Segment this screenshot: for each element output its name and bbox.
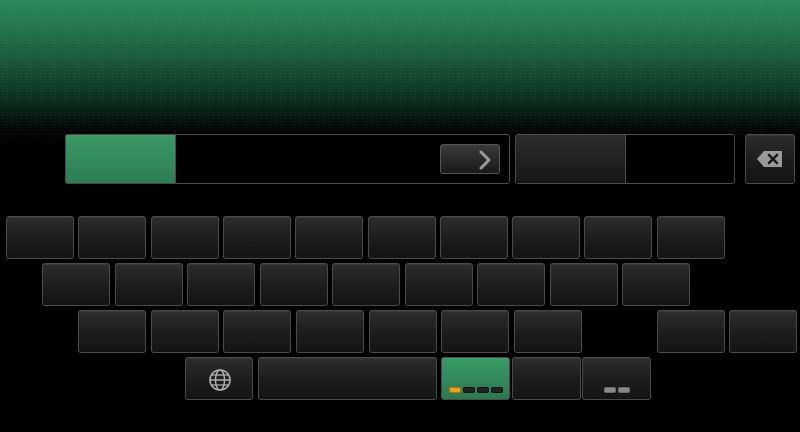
key[interactable] bbox=[115, 263, 183, 306]
key[interactable] bbox=[296, 310, 364, 353]
layout-indicator bbox=[442, 387, 509, 393]
key[interactable] bbox=[295, 216, 363, 259]
candidate-highlight[interactable] bbox=[66, 135, 176, 183]
candidate-bar bbox=[65, 134, 510, 184]
key[interactable] bbox=[657, 310, 725, 353]
next-candidates-button[interactable] bbox=[440, 144, 500, 174]
backspace-button[interactable] bbox=[745, 134, 795, 184]
indicator-dash bbox=[462, 387, 475, 393]
key[interactable] bbox=[368, 216, 436, 259]
secondary-candidate-key[interactable] bbox=[516, 135, 626, 183]
key[interactable] bbox=[405, 263, 473, 306]
key[interactable] bbox=[584, 216, 652, 259]
chevron-right-icon bbox=[479, 150, 491, 170]
secondary-candidate-bar bbox=[515, 134, 735, 184]
key[interactable] bbox=[441, 310, 509, 353]
indicator-dash bbox=[603, 387, 616, 393]
key[interactable] bbox=[42, 263, 110, 306]
key[interactable] bbox=[550, 263, 618, 306]
layout-switch-key-2[interactable] bbox=[582, 357, 651, 400]
layout-switch-key-active[interactable] bbox=[441, 357, 510, 400]
key[interactable] bbox=[260, 263, 328, 306]
space-bar[interactable] bbox=[258, 357, 437, 400]
key[interactable] bbox=[332, 263, 400, 306]
key[interactable] bbox=[223, 216, 291, 259]
indicator-dash-active bbox=[448, 387, 461, 393]
key[interactable] bbox=[514, 310, 582, 353]
globe-icon bbox=[209, 369, 231, 391]
key[interactable] bbox=[78, 216, 146, 259]
key[interactable] bbox=[187, 263, 255, 306]
candidate-input[interactable] bbox=[176, 135, 429, 183]
backspace-icon bbox=[757, 151, 782, 167]
key[interactable] bbox=[369, 310, 437, 353]
key[interactable] bbox=[512, 216, 580, 259]
secondary-candidate-field[interactable] bbox=[626, 135, 734, 183]
indicator-dash bbox=[476, 387, 489, 393]
indicator-dash bbox=[617, 387, 630, 393]
language-switch-button[interactable] bbox=[185, 357, 253, 400]
key[interactable] bbox=[223, 310, 291, 353]
key[interactable] bbox=[6, 216, 74, 259]
key[interactable] bbox=[729, 310, 797, 353]
layout-switch-key[interactable] bbox=[512, 357, 581, 400]
key[interactable] bbox=[657, 216, 725, 259]
key[interactable] bbox=[440, 216, 508, 259]
key[interactable] bbox=[477, 263, 545, 306]
layout-indicator-2 bbox=[583, 387, 650, 393]
key[interactable] bbox=[78, 310, 146, 353]
key[interactable] bbox=[622, 263, 690, 306]
indicator-dash bbox=[490, 387, 503, 393]
key[interactable] bbox=[151, 310, 219, 353]
background-texture bbox=[0, 0, 800, 140]
key[interactable] bbox=[151, 216, 219, 259]
